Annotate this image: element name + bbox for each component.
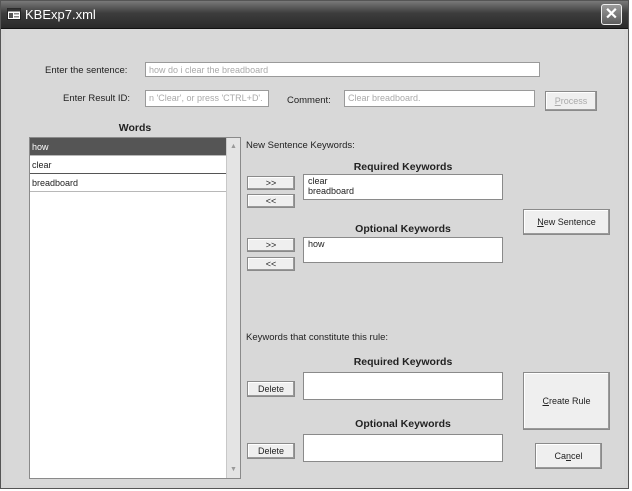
process-button[interactable]: Process (545, 91, 597, 111)
cancel-label-rest: cel (571, 451, 583, 461)
create-rule-button[interactable]: Create Rule (523, 372, 610, 430)
list-item[interactable]: clear (30, 156, 240, 174)
optional-keywords-box[interactable]: how (303, 237, 503, 263)
new-keywords-label: New Sentence Keywords: (246, 140, 355, 151)
optional-keyword-item[interactable]: how (308, 239, 498, 249)
list-item[interactable]: how (30, 138, 240, 156)
list-item[interactable]: breadboard (30, 174, 240, 192)
cancel-label-pre: Ca (554, 451, 566, 461)
scroll-down-arrow-icon[interactable]: ▼ (229, 465, 238, 474)
words-listbox[interactable]: how clear breadboard ▲ ▼ (29, 137, 241, 479)
add-optional-button[interactable]: >> (247, 238, 295, 252)
rule-required-heading: Required Keywords (353, 356, 453, 368)
process-button-label: rocess (560, 96, 588, 106)
app-window-icon (7, 8, 21, 20)
comment-label: Comment: (287, 95, 331, 106)
dialog-body: Enter the sentence: how do i clear the b… (5, 29, 624, 485)
rule-optional-heading: Optional Keywords (355, 418, 451, 430)
result-id-label: Enter Result ID: (63, 93, 131, 104)
add-required-button[interactable]: >> (247, 176, 295, 190)
rule-optional-box[interactable] (303, 434, 503, 462)
remove-optional-button[interactable]: << (247, 257, 295, 271)
close-button[interactable]: ✕ (601, 4, 622, 25)
rule-required-box[interactable] (303, 372, 503, 400)
optional-keywords-heading: Optional Keywords (355, 223, 451, 235)
title-bar[interactable]: KBExp7.xml ✕ (1, 1, 628, 29)
comment-input[interactable]: Clear breadboard. (344, 90, 535, 107)
window-title: KBExp7.xml (25, 7, 96, 22)
required-keywords-box[interactable]: clear breadboard (303, 174, 503, 200)
close-icon: ✕ (604, 6, 619, 23)
required-keywords-heading: Required Keywords (353, 161, 453, 173)
delete-required-button[interactable]: Delete (247, 381, 295, 397)
dialog-window: KBExp7.xml ✕ Enter the sentence: how do … (0, 0, 629, 489)
sentence-input[interactable]: how do i clear the breadboard (145, 62, 540, 77)
remove-required-button[interactable]: << (247, 194, 295, 208)
scroll-up-arrow-icon[interactable]: ▲ (229, 142, 238, 151)
required-keyword-item[interactable]: clear (308, 176, 498, 186)
result-id-input[interactable]: n 'Clear', or press 'CTRL+D'. (145, 90, 269, 107)
new-sentence-button[interactable]: New Sentence (523, 209, 610, 235)
words-scrollbar[interactable]: ▲ ▼ (226, 138, 240, 478)
cancel-button[interactable]: Cancel (535, 443, 602, 469)
delete-optional-button[interactable]: Delete (247, 443, 295, 459)
words-heading: Words (118, 122, 152, 134)
rule-keywords-label: Keywords that constitute this rule: (246, 332, 389, 343)
new-sentence-label: ew Sentence (543, 217, 596, 227)
sentence-label: Enter the sentence: (45, 65, 128, 76)
create-rule-label: reate Rule (548, 396, 591, 406)
required-keyword-item[interactable]: breadboard (308, 186, 498, 196)
